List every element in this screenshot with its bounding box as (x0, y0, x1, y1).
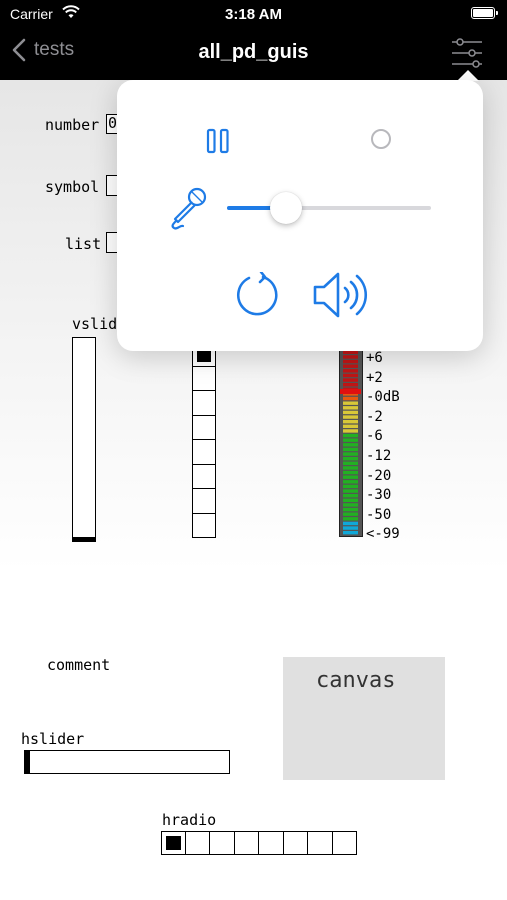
vu-segment (343, 530, 358, 535)
navigation-bar: Carrier 3:18 AM tests all_pd_guis (0, 0, 507, 80)
vradio-cell[interactable] (192, 440, 216, 465)
vu-tick-label: -2 (366, 408, 383, 425)
hradio-cell[interactable] (210, 831, 235, 855)
vu-segment (343, 406, 358, 410)
comment-label: comment (47, 656, 111, 674)
vslider-knob[interactable] (73, 537, 95, 541)
vu-meter-bars (340, 350, 361, 535)
hradio-cell[interactable] (259, 831, 284, 855)
vu-segment (343, 475, 358, 479)
vu-segment (343, 382, 358, 387)
vu-segment (343, 447, 358, 452)
vu-segment (343, 512, 358, 516)
hradio-cell[interactable] (161, 831, 186, 855)
hradio-cell[interactable] (234, 831, 259, 855)
speaker-icon[interactable] (312, 269, 374, 321)
vu-segment (343, 415, 358, 419)
vu-tick-label: <-99 (366, 526, 400, 543)
vu-segment (343, 498, 358, 503)
vu-segment (343, 438, 358, 442)
vu-segment (343, 452, 358, 456)
vu-segment (343, 364, 358, 368)
vu-tick-label: -20 (366, 467, 392, 484)
hradio[interactable] (161, 831, 357, 855)
vu-segment (343, 429, 358, 433)
vu-segment (343, 369, 358, 373)
reload-icon[interactable] (235, 272, 281, 318)
list-label: list (65, 235, 102, 253)
vu-segment (343, 493, 358, 498)
hradio-cell[interactable] (308, 831, 333, 855)
vu-segment (343, 350, 358, 355)
vu-segment (343, 484, 358, 489)
vradio-cell[interactable] (192, 415, 216, 440)
vu-segment (343, 401, 358, 405)
battery-icon (471, 7, 498, 19)
vu-segment (343, 424, 358, 429)
vu-segment (343, 503, 358, 507)
vu-segment (343, 419, 358, 424)
pause-icon[interactable] (206, 128, 230, 154)
hradio-cell[interactable] (332, 831, 357, 855)
canvas-label: canvas (316, 668, 396, 693)
hradio-selection (166, 836, 181, 850)
vu-tick-label: -0dB (366, 389, 400, 406)
vu-tick-label: +2 (366, 369, 383, 386)
vu-segment (343, 456, 358, 461)
vu-segment (343, 470, 358, 475)
vu-segment (343, 355, 358, 359)
vu-segment (343, 373, 358, 378)
vu-segment (343, 410, 358, 415)
vu-peak-marker (340, 389, 361, 394)
vradio-cell[interactable] (192, 366, 216, 391)
vu-tick-label: -12 (366, 448, 392, 464)
vradio-cell[interactable] (192, 489, 216, 514)
battery-level (473, 9, 493, 17)
status-time: 3:18 AM (225, 6, 282, 23)
vradio-cell[interactable] (192, 391, 216, 416)
vu-segment (343, 443, 358, 447)
vu-tick-label: -50 (366, 506, 392, 523)
vradio[interactable] (192, 342, 216, 538)
vu-meter (339, 349, 363, 537)
vu-segment (343, 461, 358, 466)
vu-tick-label: -30 (366, 487, 392, 504)
vu-segment (343, 526, 358, 530)
vslider[interactable] (72, 337, 96, 542)
input-volume-slider[interactable] (227, 188, 431, 228)
vu-segment (343, 396, 358, 401)
vu-segment (343, 521, 358, 526)
symbol-label: symbol (45, 178, 100, 196)
vu-segment (343, 480, 358, 484)
vradio-cell[interactable] (192, 513, 216, 538)
vu-tick-label: +6 (366, 350, 383, 366)
record-circle-icon[interactable] (371, 129, 391, 149)
vu-tick-label: -6 (366, 428, 383, 445)
hradio-cell[interactable] (185, 831, 210, 855)
page-title: all_pd_guis (198, 41, 309, 63)
vu-segment (343, 466, 358, 470)
vu-segment (343, 489, 358, 493)
number-label: number (45, 116, 100, 134)
vradio-cell[interactable] (192, 464, 216, 489)
hslider-label: hslider (21, 730, 85, 748)
vu-segment (343, 507, 358, 512)
vu-segment (343, 433, 358, 438)
vu-segment (343, 517, 358, 521)
hslider-knob[interactable] (25, 751, 30, 773)
vu-segment (343, 359, 358, 364)
volume-thumb[interactable] (270, 192, 303, 224)
hradio-cell[interactable] (283, 831, 308, 855)
hslider[interactable] (24, 750, 230, 774)
microphone-icon[interactable] (168, 186, 208, 230)
sliders-icon[interactable] (450, 36, 484, 70)
vu-segment (343, 378, 358, 382)
hradio-label: hradio (162, 811, 217, 829)
